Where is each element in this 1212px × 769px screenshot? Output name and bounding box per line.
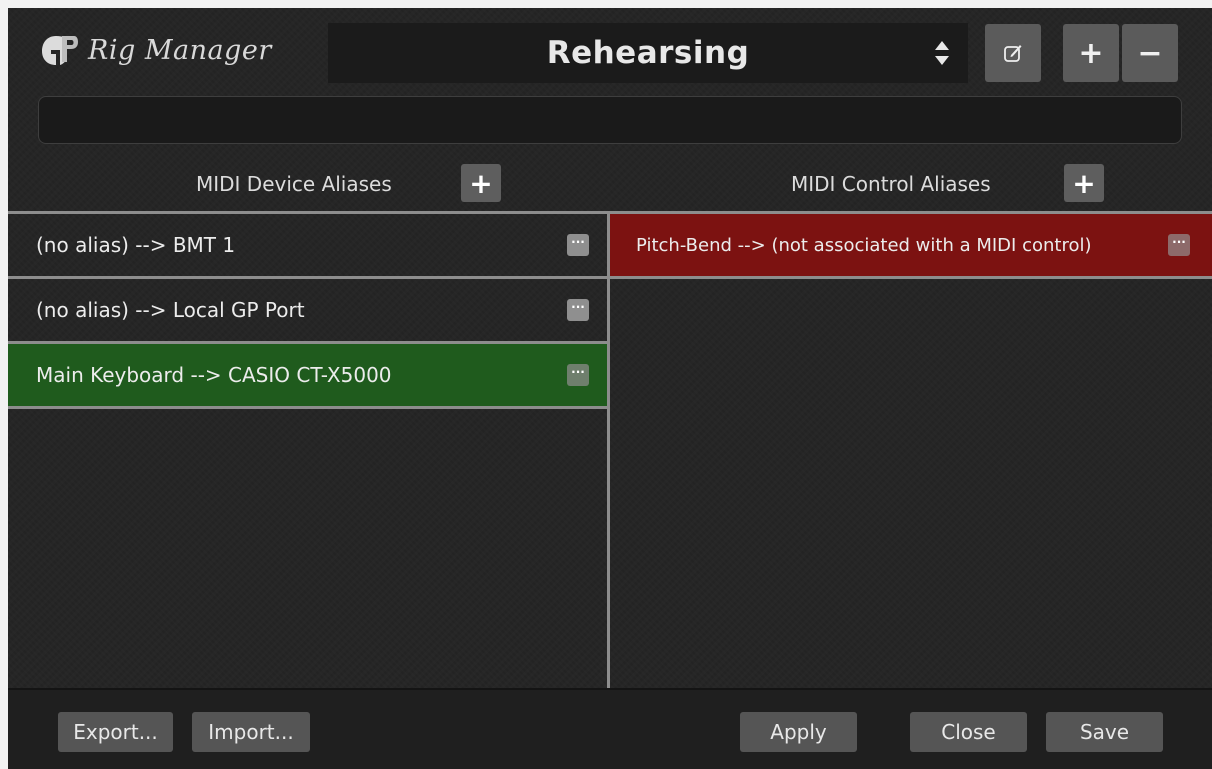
remove-rig-button[interactable]: − <box>1122 24 1178 82</box>
plus-icon: + <box>1072 166 1096 200</box>
control-alias-label: Pitch-Bend --> (not associated with a MI… <box>636 234 1092 256</box>
device-alias-row[interactable]: (no alias) --> BMT 1 ··· <box>8 214 607 279</box>
import-button[interactable]: Import... <box>192 712 310 752</box>
footer-bar: Export... Import... Apply Close Save <box>8 688 1212 769</box>
device-alias-list: (no alias) --> BMT 1 ··· (no alias) --> … <box>8 214 607 409</box>
ellipsis-icon: ··· <box>571 300 585 314</box>
more-options-button[interactable]: ··· <box>567 234 589 256</box>
plus-icon: + <box>469 166 493 200</box>
rig-manager-window: Rig Manager Rehearsing + − MIDI Device A… <box>8 8 1212 769</box>
add-device-alias-button[interactable]: + <box>461 164 501 202</box>
device-alias-row-selected[interactable]: Main Keyboard --> CASIO CT-X5000 ··· <box>8 344 607 409</box>
panel-splitter[interactable] <box>607 211 610 689</box>
device-alias-label: Main Keyboard --> CASIO CT-X5000 <box>36 363 392 387</box>
gp-logo-icon <box>42 36 78 65</box>
control-alias-row-selected[interactable]: Pitch-Bend --> (not associated with a MI… <box>610 214 1212 279</box>
rig-selector[interactable]: Rehearsing <box>328 23 968 83</box>
device-alias-row[interactable]: (no alias) --> Local GP Port ··· <box>8 279 607 344</box>
minus-icon: − <box>1137 35 1163 71</box>
plus-icon: + <box>1078 35 1104 71</box>
pencil-square-icon <box>1004 45 1022 62</box>
more-options-button[interactable]: ··· <box>567 299 589 321</box>
rig-name: Rehearsing <box>546 35 750 71</box>
ellipsis-icon: ··· <box>571 365 585 379</box>
close-button[interactable]: Close <box>910 712 1027 752</box>
device-alias-label: (no alias) --> Local GP Port <box>36 298 305 322</box>
ellipsis-icon: ··· <box>571 235 585 249</box>
control-alias-list: Pitch-Bend --> (not associated with a MI… <box>610 214 1212 279</box>
more-options-button[interactable]: ··· <box>1168 234 1190 256</box>
save-button[interactable]: Save <box>1046 712 1163 752</box>
up-down-arrows-icon <box>935 41 949 65</box>
app-title: Rig Manager <box>88 34 272 66</box>
more-options-button[interactable]: ··· <box>567 364 589 386</box>
apply-button[interactable]: Apply <box>740 712 857 752</box>
rig-notes-field[interactable] <box>38 96 1182 144</box>
export-button[interactable]: Export... <box>58 712 173 752</box>
add-control-alias-button[interactable]: + <box>1064 164 1104 202</box>
ellipsis-icon: ··· <box>1172 235 1186 249</box>
device-aliases-title: MIDI Device Aliases <box>196 172 392 196</box>
add-rig-button[interactable]: + <box>1063 24 1119 82</box>
app-logo: Rig Manager <box>40 28 272 72</box>
device-alias-label: (no alias) --> BMT 1 <box>36 233 236 257</box>
control-aliases-title: MIDI Control Aliases <box>791 172 991 196</box>
edit-rig-button[interactable] <box>985 24 1041 82</box>
